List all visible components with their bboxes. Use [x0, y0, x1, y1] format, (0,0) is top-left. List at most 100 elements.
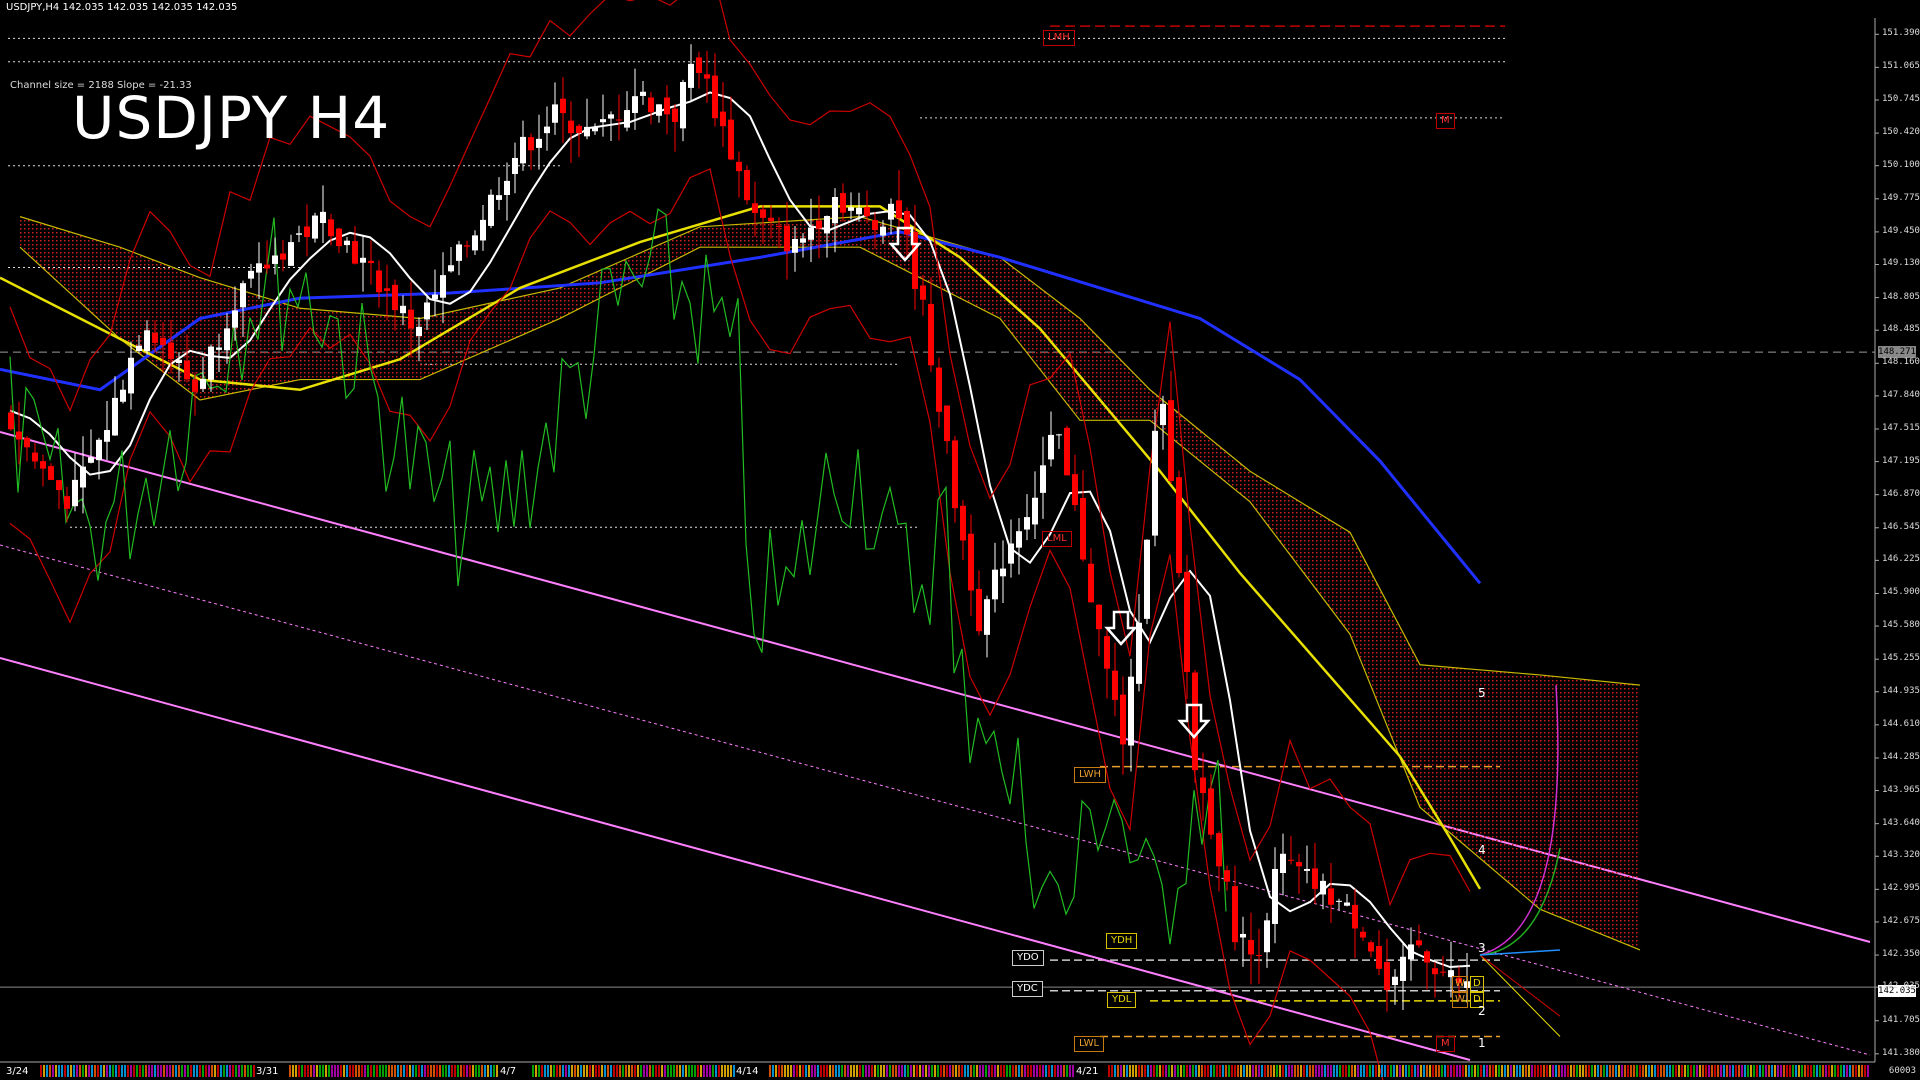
bar-color-tick — [958, 1065, 960, 1077]
bar-color-tick — [394, 1065, 396, 1077]
bar-color-tick — [367, 1065, 369, 1077]
bar-color-tick — [646, 1065, 648, 1077]
bar-color-tick — [1507, 1065, 1509, 1077]
candle-body — [1424, 951, 1430, 963]
bar-color-tick — [127, 1065, 129, 1077]
bar-color-tick — [1234, 1065, 1236, 1077]
bar-color-tick — [1495, 1065, 1497, 1077]
bar-color-tick — [1381, 1065, 1383, 1077]
bar-color-tick — [664, 1065, 666, 1077]
bar-color-tick — [679, 1065, 681, 1077]
bar-color-tick — [673, 1065, 675, 1077]
wave-number-1: 1 — [1478, 1036, 1486, 1050]
candle-body — [752, 203, 758, 214]
bar-color-tick — [1579, 1065, 1581, 1077]
bar-color-tick — [340, 1065, 342, 1077]
bar-color-tick — [1171, 1065, 1173, 1077]
candle-body — [1048, 434, 1054, 460]
candle-body — [8, 412, 14, 430]
bar-color-tick — [133, 1065, 135, 1077]
bar-color-tick — [1411, 1065, 1413, 1077]
bar-color-tick — [1195, 1065, 1197, 1077]
bar-color-tick — [1729, 1065, 1731, 1077]
bar-color-tick — [472, 1065, 474, 1077]
bar-color-tick — [1453, 1065, 1455, 1077]
bar-color-tick — [727, 1065, 729, 1077]
bar-color-tick — [1807, 1065, 1809, 1077]
bar-color-tick — [649, 1065, 651, 1077]
bar-color-tick — [994, 1065, 996, 1077]
bar-color-tick — [316, 1065, 318, 1077]
bar-color-tick — [907, 1065, 909, 1077]
bar-color-tick — [1057, 1065, 1059, 1077]
bar-color-tick — [373, 1065, 375, 1077]
bar-color-tick — [1573, 1065, 1575, 1077]
candle-body — [744, 170, 750, 201]
candle-body — [376, 270, 382, 293]
candle-body — [1168, 400, 1174, 481]
candle-body — [720, 111, 726, 127]
candle-body — [648, 97, 654, 113]
candle-body — [1248, 939, 1254, 955]
bar-color-tick — [1246, 1065, 1248, 1077]
bar-color-tick — [1306, 1065, 1308, 1077]
candle-body — [1352, 904, 1358, 929]
bar-color-tick — [1654, 1065, 1656, 1077]
candle-body — [920, 285, 926, 300]
bar-color-tick — [724, 1065, 726, 1077]
bar-color-tick — [850, 1065, 852, 1077]
bar-color-tick — [1486, 1065, 1488, 1077]
bar-color-tick — [1150, 1065, 1152, 1077]
bar-color-tick — [1048, 1065, 1050, 1077]
bar-color-tick — [925, 1065, 927, 1077]
price-chart[interactable] — [0, 0, 1920, 1080]
bar-color-tick — [1462, 1065, 1464, 1077]
bar-color-tick — [79, 1065, 81, 1077]
candle-body — [880, 226, 886, 236]
bar-color-tick — [1012, 1065, 1014, 1077]
bar-color-tick — [535, 1065, 537, 1077]
candle-body — [1040, 465, 1046, 493]
bar-color-tick — [946, 1065, 948, 1077]
candle-body — [192, 379, 198, 392]
bar-color-tick — [343, 1065, 345, 1077]
bar-color-tick — [823, 1065, 825, 1077]
candle-body — [208, 346, 214, 380]
bar-color-tick — [1657, 1065, 1659, 1077]
bar-color-tick — [811, 1065, 813, 1077]
bar-color-tick — [829, 1065, 831, 1077]
bar-color-tick — [1243, 1065, 1245, 1077]
bar-color-tick — [1750, 1065, 1752, 1077]
bar-color-tick — [1501, 1065, 1503, 1077]
bar-color-tick — [457, 1065, 459, 1077]
candle-body — [824, 215, 830, 234]
bar-color-tick — [1480, 1065, 1482, 1077]
bar-color-tick — [1483, 1065, 1485, 1077]
wave-number-3: 3 — [1478, 941, 1486, 955]
candle-body — [424, 302, 430, 320]
bar-color-tick — [913, 1065, 915, 1077]
bar-color-tick — [1663, 1065, 1665, 1077]
bar-color-tick — [622, 1065, 624, 1077]
candle-body — [736, 161, 742, 172]
bar-color-tick — [223, 1065, 225, 1077]
axis-tick-label: 142.675 — [1882, 915, 1920, 926]
bar-color-tick — [1855, 1065, 1857, 1077]
bar-color-tick — [1831, 1065, 1833, 1077]
candle-body — [1384, 962, 1390, 991]
bar-color-tick — [865, 1065, 867, 1077]
bar-color-tick — [436, 1065, 438, 1077]
bar-color-tick — [322, 1065, 324, 1077]
bar-color-tick — [304, 1065, 306, 1077]
candle-body — [768, 217, 774, 222]
candle-body — [1376, 946, 1382, 969]
bar-color-tick — [130, 1065, 132, 1077]
bar-color-tick — [1429, 1065, 1431, 1077]
bar-color-tick — [1756, 1065, 1758, 1077]
bar-color-tick — [1531, 1065, 1533, 1077]
bar-color-tick — [1474, 1065, 1476, 1077]
candle-body — [384, 288, 390, 291]
wave-number-5: 5 — [1478, 686, 1486, 700]
bar-color-tick — [703, 1065, 705, 1077]
bar-color-tick — [586, 1065, 588, 1077]
